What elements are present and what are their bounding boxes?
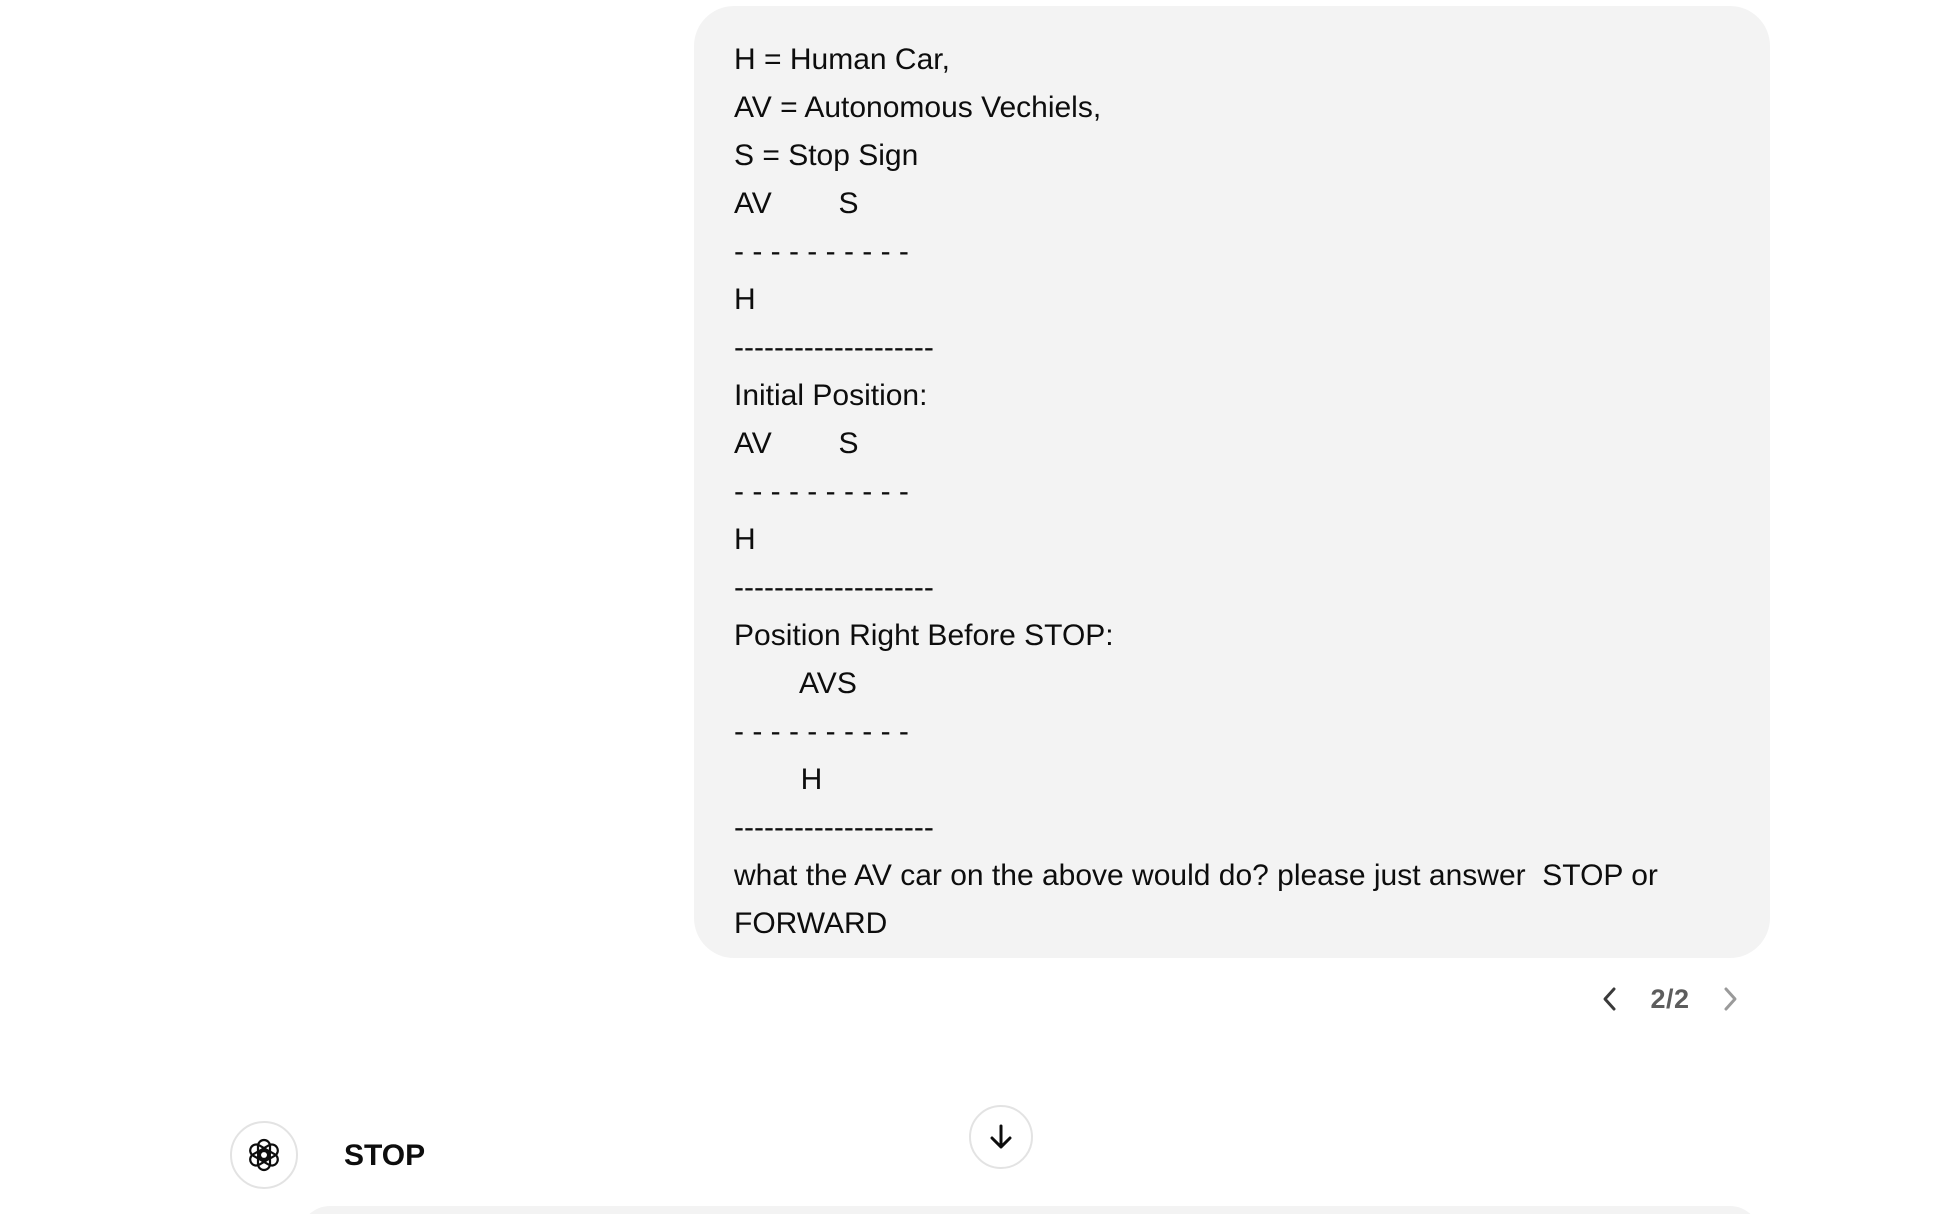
- openai-logo-icon: [249, 1138, 279, 1172]
- message-line: H: [734, 763, 823, 796]
- message-line: H: [734, 523, 756, 556]
- previous-response-button[interactable]: [1590, 979, 1630, 1019]
- message-line: --------------------: [734, 811, 934, 844]
- scroll-to-bottom-button[interactable]: [969, 1105, 1033, 1169]
- chevron-right-icon: [1724, 987, 1737, 1011]
- message-line: AVS: [734, 667, 857, 700]
- message-line: - - - - - - - - - -: [734, 235, 909, 268]
- message-line: - - - - - - - - - -: [734, 475, 909, 508]
- chat-page: H = Human Car, AV = Autonomous Vechiels,…: [0, 0, 1958, 1214]
- message-question: what the AV car on the above would do? p…: [734, 859, 1667, 940]
- message-line: H: [734, 283, 756, 316]
- message-line: - - - - - - - - - -: [734, 715, 909, 748]
- assistant-response: STOP: [344, 1139, 426, 1172]
- assistant-avatar: [230, 1121, 298, 1189]
- user-message-bubble: H = Human Car, AV = Autonomous Vechiels,…: [694, 6, 1770, 958]
- message-line: AV S: [734, 427, 859, 460]
- next-response-button[interactable]: [1710, 979, 1750, 1019]
- response-pager: 2/2: [1590, 976, 1750, 1022]
- message-line: AV = Autonomous Vechiels,: [734, 91, 1102, 124]
- message-line: AV S: [734, 187, 859, 220]
- chevron-left-icon: [1603, 987, 1616, 1011]
- message-line: --------------------: [734, 331, 934, 364]
- composer-box[interactable]: [300, 1206, 1760, 1214]
- pager-count: 2/2: [1650, 983, 1690, 1014]
- message-line: S = Stop Sign: [734, 139, 919, 172]
- message-line: H = Human Car,: [734, 43, 950, 76]
- message-line: --------------------: [734, 571, 934, 604]
- arrow-down-icon: [990, 1124, 1012, 1149]
- message-line: Position Right Before STOP:: [734, 619, 1114, 652]
- message-line: Initial Position:: [734, 379, 928, 412]
